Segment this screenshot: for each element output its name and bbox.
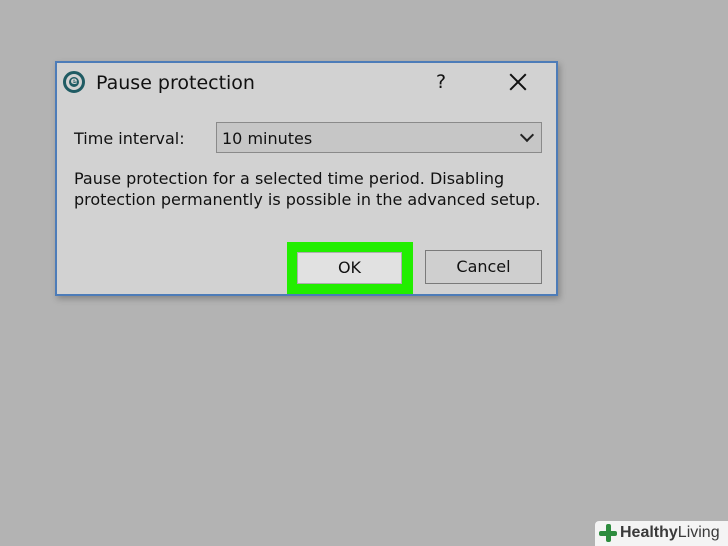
time-interval-value: 10 minutes [222, 129, 313, 148]
help-button[interactable]: ? [431, 70, 451, 94]
time-interval-label: Time interval: [74, 129, 185, 148]
watermark-logo: HealthyLiving [595, 521, 728, 546]
eset-logo-letter: e [69, 76, 79, 87]
watermark-brand-light: Living [677, 524, 720, 541]
chevron-down-icon [519, 127, 535, 143]
cancel-button[interactable]: Cancel [425, 250, 542, 284]
time-interval-select[interactable]: 10 minutes [216, 122, 542, 153]
description-line-1: Pause protection for a selected time per… [74, 169, 505, 188]
pause-protection-dialog: e Pause protection ? Time interval: 10 m… [55, 61, 558, 296]
description-line-2: protection permanently is possible in th… [74, 190, 541, 209]
plus-icon [599, 524, 617, 542]
close-icon[interactable] [506, 70, 530, 94]
watermark-text: HealthyLiving [620, 524, 720, 542]
dialog-title: Pause protection [96, 72, 255, 94]
watermark-brand-bold: Healthy [620, 524, 678, 541]
eset-logo-icon: e [63, 71, 85, 93]
description-text: Pause protection for a selected time per… [74, 168, 544, 210]
ok-button[interactable]: OK [297, 252, 402, 284]
